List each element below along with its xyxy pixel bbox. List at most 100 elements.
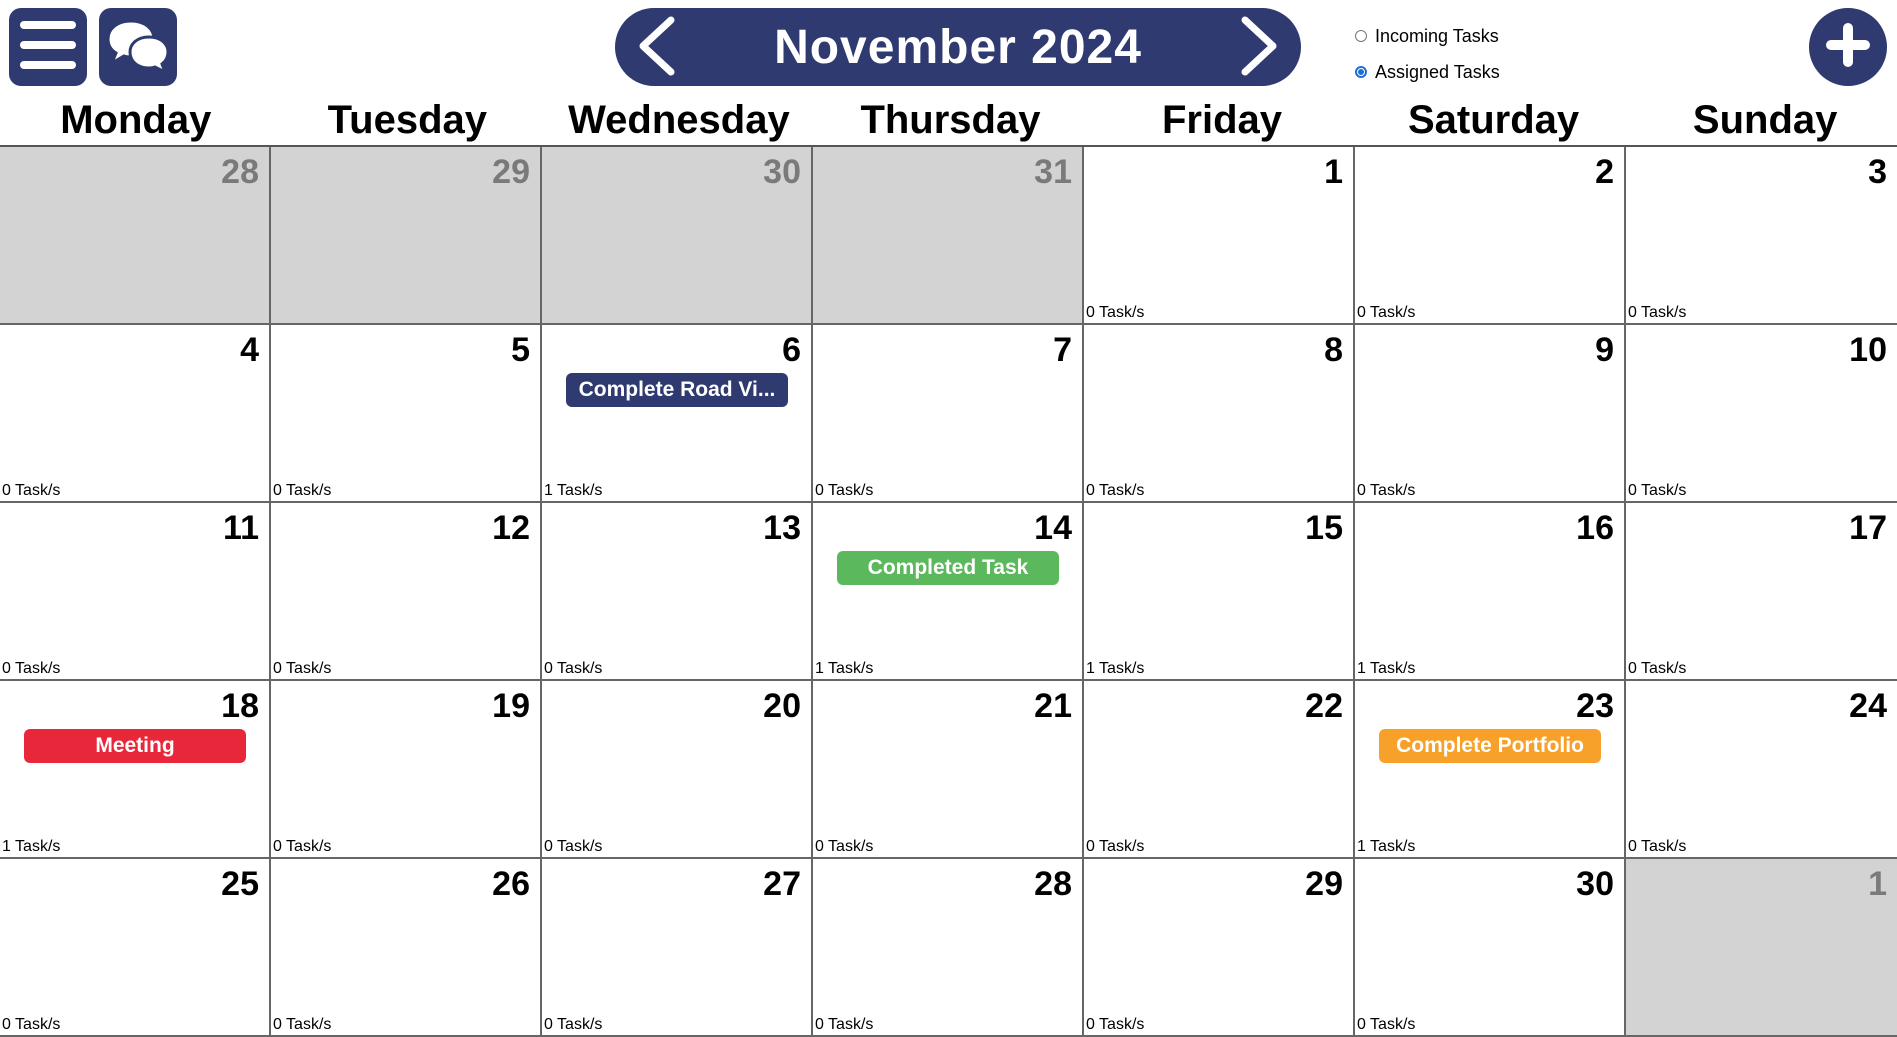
calendar-day[interactable]: 26 0 Task/s [271, 859, 542, 1037]
chat-button[interactable] [99, 8, 177, 86]
calendar-day[interactable]: 22 0 Task/s [1084, 681, 1355, 859]
task-pill[interactable]: Completed Task [837, 551, 1059, 585]
next-month-button[interactable] [1229, 16, 1289, 81]
day-number: 7 [1053, 331, 1072, 369]
day-number: 13 [763, 509, 801, 547]
task-count: 0 Task/s [273, 1016, 332, 1033]
day-number: 18 [221, 687, 259, 725]
task-count: 1 Task/s [1086, 660, 1145, 677]
calendar-day-other-month[interactable]: 28 [0, 147, 271, 325]
calendar-day[interactable]: 6 Complete Road Vi... 1 Task/s [542, 325, 813, 503]
calendar-day[interactable]: 21 0 Task/s [813, 681, 1084, 859]
task-pill[interactable]: Complete Portfolio [1379, 729, 1601, 763]
calendar-day[interactable]: 29 0 Task/s [1084, 859, 1355, 1037]
task-count: 0 Task/s [273, 660, 332, 677]
calendar-day-other-month[interactable]: 1 [1626, 859, 1897, 1037]
day-number: 17 [1849, 509, 1887, 547]
radio-incoming-indicator[interactable] [1355, 30, 1367, 42]
calendar-day[interactable]: 23 Complete Portfolio 1 Task/s [1355, 681, 1626, 859]
calendar-day[interactable]: 1 0 Task/s [1084, 147, 1355, 325]
day-number: 27 [763, 865, 801, 903]
calendar-day[interactable]: 16 1 Task/s [1355, 503, 1626, 681]
task-count: 0 Task/s [2, 482, 61, 499]
task-filter-radio-group: Incoming Tasks Assigned Tasks [1355, 18, 1500, 90]
day-number: 2 [1595, 153, 1614, 191]
radio-incoming-tasks[interactable]: Incoming Tasks [1355, 18, 1500, 54]
calendar-day[interactable]: 15 1 Task/s [1084, 503, 1355, 681]
calendar-day[interactable]: 24 0 Task/s [1626, 681, 1897, 859]
calendar-day-other-month[interactable]: 31 [813, 147, 1084, 325]
add-task-button[interactable] [1809, 8, 1887, 86]
task-pill[interactable]: Complete Road Vi... [566, 373, 788, 407]
calendar-day[interactable]: 19 0 Task/s [271, 681, 542, 859]
task-count: 0 Task/s [1086, 304, 1145, 321]
day-number: 4 [240, 331, 259, 369]
day-number: 25 [221, 865, 259, 903]
radio-assigned-tasks[interactable]: Assigned Tasks [1355, 54, 1500, 90]
radio-assigned-indicator[interactable] [1355, 66, 1367, 78]
calendar-day[interactable]: 4 0 Task/s [0, 325, 271, 503]
calendar-day-other-month[interactable]: 29 [271, 147, 542, 325]
day-number: 19 [492, 687, 530, 725]
weekday-wednesday: Wednesday [568, 98, 790, 142]
task-count: 0 Task/s [1086, 482, 1145, 499]
day-number: 31 [1034, 153, 1072, 191]
weekday-friday: Friday [1162, 98, 1283, 142]
task-count: 1 Task/s [544, 482, 603, 499]
calendar-day[interactable]: 20 0 Task/s [542, 681, 813, 859]
calendar-day[interactable]: 10 0 Task/s [1626, 325, 1897, 503]
calendar-day[interactable]: 5 0 Task/s [271, 325, 542, 503]
day-number: 24 [1849, 687, 1887, 725]
calendar-day[interactable]: 25 0 Task/s [0, 859, 271, 1037]
calendar-day[interactable]: 28 0 Task/s [813, 859, 1084, 1037]
day-number: 30 [763, 153, 801, 191]
calendar-day[interactable]: 13 0 Task/s [542, 503, 813, 681]
calendar-day[interactable]: 2 0 Task/s [1355, 147, 1626, 325]
radio-incoming-label: Incoming Tasks [1375, 25, 1499, 46]
day-number: 9 [1595, 331, 1614, 369]
weekday-saturday: Saturday [1408, 98, 1580, 142]
task-count: 0 Task/s [544, 660, 603, 677]
chevron-left-icon [635, 16, 679, 81]
task-count: 0 Task/s [1357, 1016, 1416, 1033]
calendar-day[interactable]: 14 Completed Task 1 Task/s [813, 503, 1084, 681]
day-number: 21 [1034, 687, 1072, 725]
month-title: November 2024 [774, 20, 1142, 74]
menu-button[interactable] [9, 8, 87, 86]
task-count: 0 Task/s [1628, 482, 1687, 499]
calendar-day[interactable]: 17 0 Task/s [1626, 503, 1897, 681]
day-number: 22 [1305, 687, 1343, 725]
calendar-day[interactable]: 30 0 Task/s [1355, 859, 1626, 1037]
calendar-day[interactable]: 11 0 Task/s [0, 503, 271, 681]
day-number: 23 [1576, 687, 1614, 725]
chevron-right-icon [1237, 16, 1281, 81]
calendar-day[interactable]: 3 0 Task/s [1626, 147, 1897, 325]
day-number: 8 [1324, 331, 1343, 369]
day-number: 16 [1576, 509, 1614, 547]
calendar-day[interactable]: 12 0 Task/s [271, 503, 542, 681]
plus-icon [1821, 18, 1875, 77]
calendar-day[interactable]: 9 0 Task/s [1355, 325, 1626, 503]
task-count: 0 Task/s [544, 838, 603, 855]
day-number: 28 [221, 153, 259, 191]
day-number: 15 [1305, 509, 1343, 547]
weekday-monday: Monday [60, 98, 212, 142]
task-count: 0 Task/s [1086, 1016, 1145, 1033]
task-count: 0 Task/s [273, 482, 332, 499]
task-count: 0 Task/s [815, 838, 874, 855]
day-number: 11 [223, 509, 259, 547]
calendar-day-other-month[interactable]: 30 [542, 147, 813, 325]
day-number: 1 [1324, 153, 1343, 191]
task-count: 0 Task/s [815, 482, 874, 499]
prev-month-button[interactable] [627, 16, 687, 81]
day-number: 29 [1305, 865, 1343, 903]
task-pill[interactable]: Meeting [24, 729, 246, 763]
calendar-day[interactable]: 7 0 Task/s [813, 325, 1084, 503]
day-number: 30 [1576, 865, 1614, 903]
task-count: 0 Task/s [1357, 482, 1416, 499]
calendar-day[interactable]: 8 0 Task/s [1084, 325, 1355, 503]
day-number: 26 [492, 865, 530, 903]
calendar-day[interactable]: 18 Meeting 1 Task/s [0, 681, 271, 859]
day-number: 28 [1034, 865, 1072, 903]
calendar-day[interactable]: 27 0 Task/s [542, 859, 813, 1037]
